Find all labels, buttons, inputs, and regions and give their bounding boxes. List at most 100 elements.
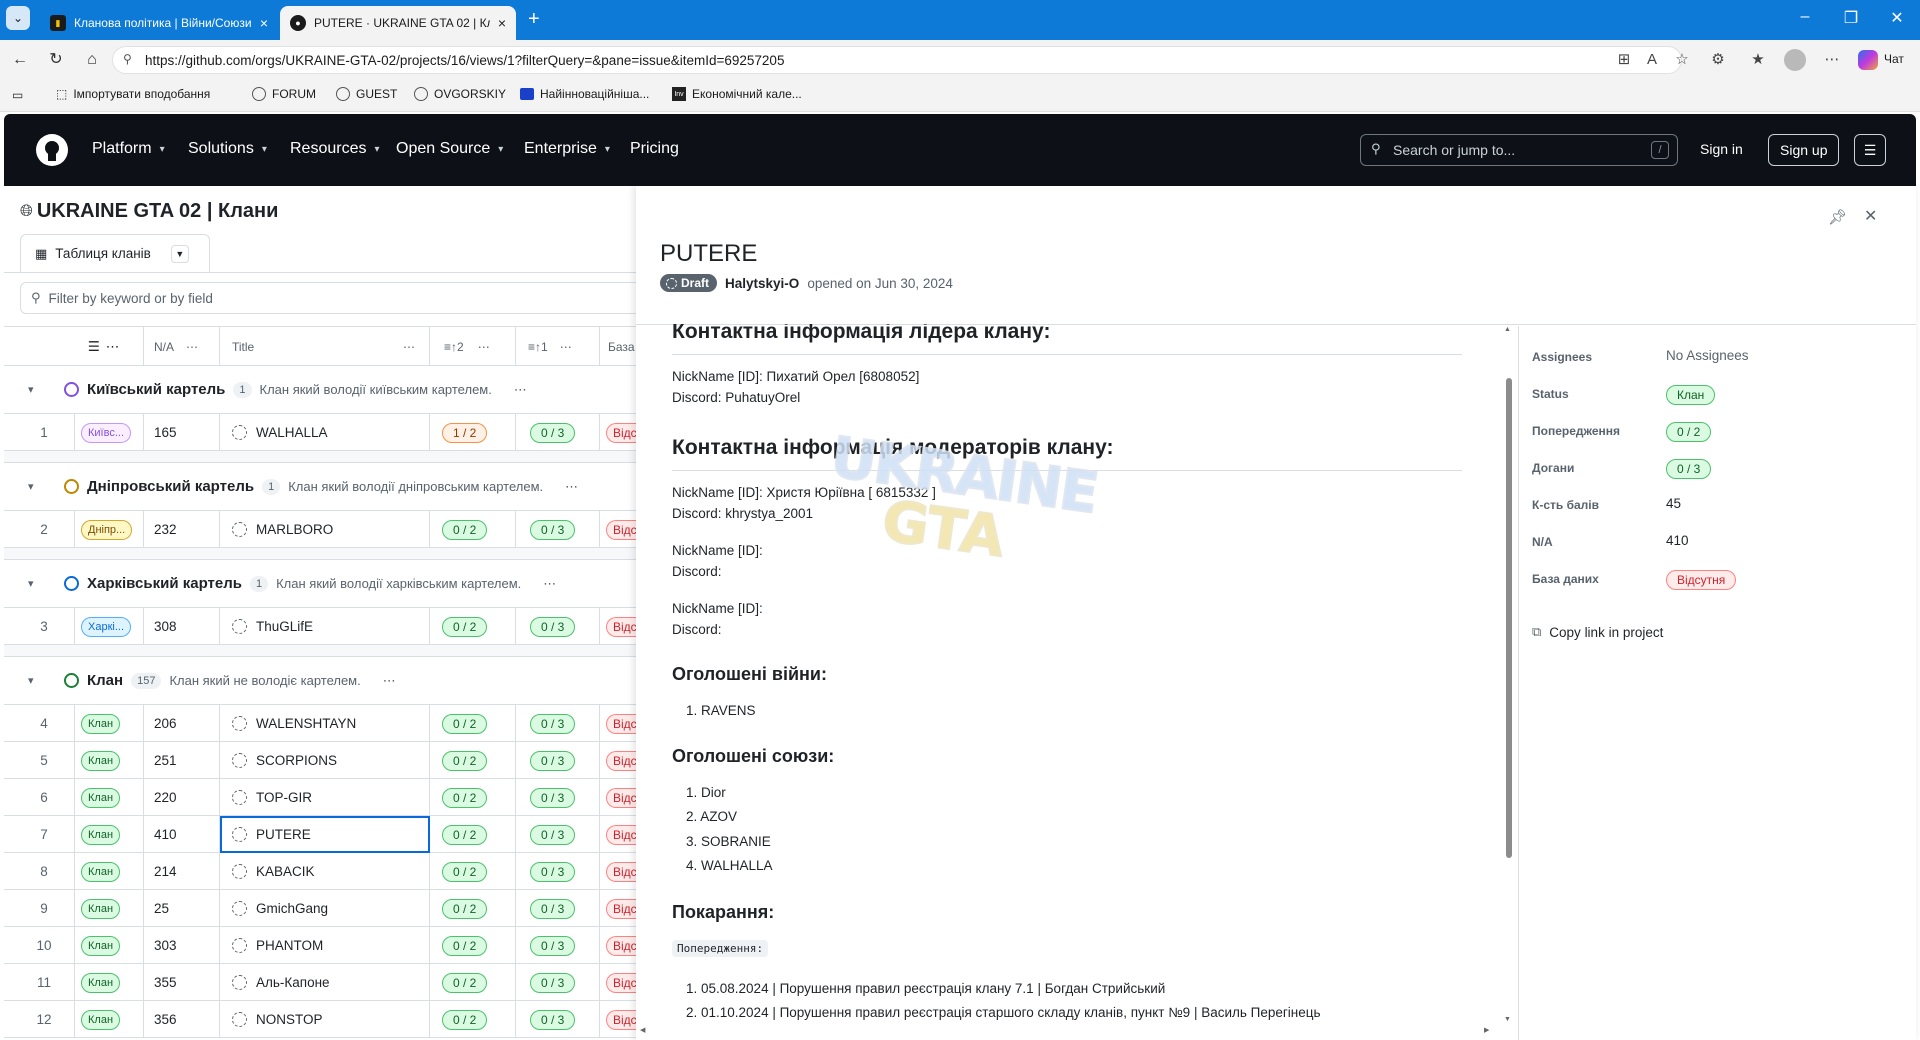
copy-link-button[interactable]: ⧉ Copy link in project [1532,624,1663,640]
profile-avatar[interactable] [1784,49,1806,71]
scroll-down-arrow-icon[interactable]: ▼ [1504,1016,1511,1023]
row-status-cell[interactable]: Клан [74,853,144,890]
column-header-group[interactable]: ☰ ⋯ [64,327,144,367]
row-reprimands-cell[interactable]: 0 / 3 [516,511,600,548]
row-reprimands-cell[interactable]: 0 / 3 [516,816,600,853]
table-row[interactable]: 7 Клан 410PUTERE 0 / 2 0 / 3 Відсу [4,816,636,853]
home-icon[interactable]: ⌂ [82,50,102,70]
row-database-cell[interactable]: Відсу [600,890,636,927]
bookmark-forum[interactable]: FORUM [252,87,316,101]
row-database-cell[interactable]: Відсу [600,511,636,548]
column-header-database[interactable]: База д [600,327,636,367]
close-panel-icon[interactable]: ✕ [1864,206,1877,226]
url-input[interactable]: ⚲ https://github.com/orgs/UKRAINE-GTA-02… [112,46,1682,74]
row-status-cell[interactable]: Клан [74,705,144,742]
row-warnings-cell[interactable]: 0 / 2 [430,705,516,742]
view-tab-table[interactable]: ▦ Таблиця кланів ▼ [20,234,210,272]
collections-icon[interactable]: ▭ [12,88,23,102]
row-status-cell[interactable]: Харкі... [74,608,144,645]
bookmark-ovgorskiy[interactable]: OVGORSKIY [414,87,506,101]
row-status-cell[interactable]: Клан [74,964,144,1001]
row-reprimands-cell[interactable]: 0 / 3 [516,927,600,964]
field-value[interactable]: 45 [1666,496,1681,511]
row-reprimands-cell[interactable]: 0 / 3 [516,608,600,645]
table-row[interactable]: 10 Клан 303PHANTOM 0 / 2 0 / 3 Відсу [4,927,636,964]
reload-icon[interactable]: ↻ [46,50,66,70]
nav-enterprise[interactable]: Enterprise ▾ [524,140,610,158]
content-scrollbar[interactable]: ▲ ▼ [1504,326,1514,1028]
row-warnings-cell[interactable]: 0 / 2 [430,927,516,964]
table-row[interactable]: 5 Клан 251SCORPIONS 0 / 2 0 / 3 Відсу [4,742,636,779]
row-database-cell[interactable]: Відсу [600,1001,636,1038]
row-na-cell[interactable]: 308 [144,608,220,645]
close-tab-icon[interactable]: × [252,15,268,31]
more-icon[interactable]: ⋯ [186,340,198,354]
row-database-cell[interactable]: Відсу [600,853,636,890]
row-database-cell[interactable]: Відсу [600,816,636,853]
row-reprimands-cell[interactable]: 0 / 3 [516,705,600,742]
table-row[interactable]: 12 Клан 356NONSTOP 0 / 2 0 / 3 Відсу [4,1001,636,1038]
search-input[interactable]: ⚲ Search or jump to... / [1360,134,1678,166]
collapse-chevron-icon[interactable]: ▾ [28,480,34,493]
row-title-cell[interactable]: TOP-GIR [220,779,430,816]
row-status-cell[interactable]: Клан [74,742,144,779]
row-warnings-cell[interactable]: 0 / 2 [430,742,516,779]
tab-actions-button[interactable]: ⌄ [6,6,30,30]
more-icon[interactable]: ⋯ [1822,50,1842,70]
row-status-cell[interactable]: Клан [74,779,144,816]
row-warnings-cell[interactable]: 0 / 2 [430,511,516,548]
row-database-cell[interactable]: Відсу [600,414,636,451]
collapse-chevron-icon[interactable]: ▾ [28,383,34,396]
new-tab-button[interactable]: + [528,8,540,31]
more-icon[interactable]: ⋯ [106,339,120,355]
table-row[interactable]: 6 Клан 220TOP-GIR 0 / 2 0 / 3 Відсу [4,779,636,816]
table-row[interactable]: 11 Клан 355Аль-Капоне 0 / 2 0 / 3 Відсу [4,964,636,1001]
bookmark-import[interactable]: ⬚ Імпортувати вподобання [56,87,210,101]
row-reprimands-cell[interactable]: 0 / 3 [516,742,600,779]
table-row[interactable]: 8 Клан 214KABACIK 0 / 2 0 / 3 Відсу [4,853,636,890]
github-logo-icon[interactable] [36,134,68,166]
row-warnings-cell[interactable]: 1 / 2 [430,414,516,451]
row-title-cell[interactable]: Аль-Капоне [220,964,430,1001]
more-icon[interactable]: ⋯ [565,479,578,495]
row-reprimands-cell[interactable]: 0 / 3 [516,964,600,1001]
more-icon[interactable]: ⋯ [543,576,556,592]
site-info-icon[interactable]: ⚲ [123,52,132,66]
group-header[interactable]: ▾ Клан 157 Клан який не володіє картелем. ⋯ [4,657,636,705]
nav-open-source[interactable]: Open Source ▾ [396,140,503,158]
nav-platform[interactable]: Platform ▾ [92,140,165,158]
nav-solutions[interactable]: Solutions ▾ [188,140,267,158]
row-reprimands-cell[interactable]: 0 / 3 [516,414,600,451]
row-title-cell[interactable]: PHANTOM [220,927,430,964]
field-value[interactable]: 410 [1666,533,1689,548]
apps-icon[interactable]: ⊞ [1614,50,1634,70]
field-value[interactable]: No Assignees [1666,348,1749,363]
row-warnings-cell[interactable]: 0 / 2 [430,816,516,853]
row-na-cell[interactable]: 206 [144,705,220,742]
view-options-button[interactable]: ▼ [170,244,189,263]
favorites-icon[interactable]: ★ [1748,50,1768,70]
bookmark-innovative[interactable]: Найінноваційніша... [520,87,649,101]
restore-icon[interactable]: ❐ [1828,8,1874,28]
row-na-cell[interactable]: 251 [144,742,220,779]
chat-label[interactable]: Чат [1884,52,1904,66]
field-value[interactable]: Клан [1666,385,1716,405]
scroll-left-arrow-icon[interactable]: ◀ [640,1026,645,1034]
table-row[interactable]: 4 Клан 206WALENSHTAYN 0 / 2 0 / 3 Відсу [4,705,636,742]
row-status-cell[interactable]: Київс... [74,414,144,451]
more-icon[interactable]: ⋯ [383,673,396,689]
row-na-cell[interactable]: 214 [144,853,220,890]
minimize-icon[interactable]: – [1782,8,1828,26]
row-status-cell[interactable]: Дніпр... [74,511,144,548]
pin-icon[interactable]: 📌︎ [1828,208,1847,226]
row-warnings-cell[interactable]: 0 / 2 [430,890,516,927]
row-warnings-cell[interactable]: 0 / 2 [430,964,516,1001]
row-na-cell[interactable]: 220 [144,779,220,816]
row-reprimands-cell[interactable]: 0 / 3 [516,1001,600,1038]
group-header[interactable]: ▾ Дніпровський картель 1 Клан який володії … [4,463,636,511]
field-value[interactable]: 0 / 2 [1666,422,1712,442]
row-warnings-cell[interactable]: 0 / 2 [430,1001,516,1038]
scroll-right-arrow-icon[interactable]: ▶ [1484,1026,1489,1034]
row-database-cell[interactable]: Відсу [600,608,636,645]
issue-author[interactable]: Halytskyi-O [725,276,799,291]
